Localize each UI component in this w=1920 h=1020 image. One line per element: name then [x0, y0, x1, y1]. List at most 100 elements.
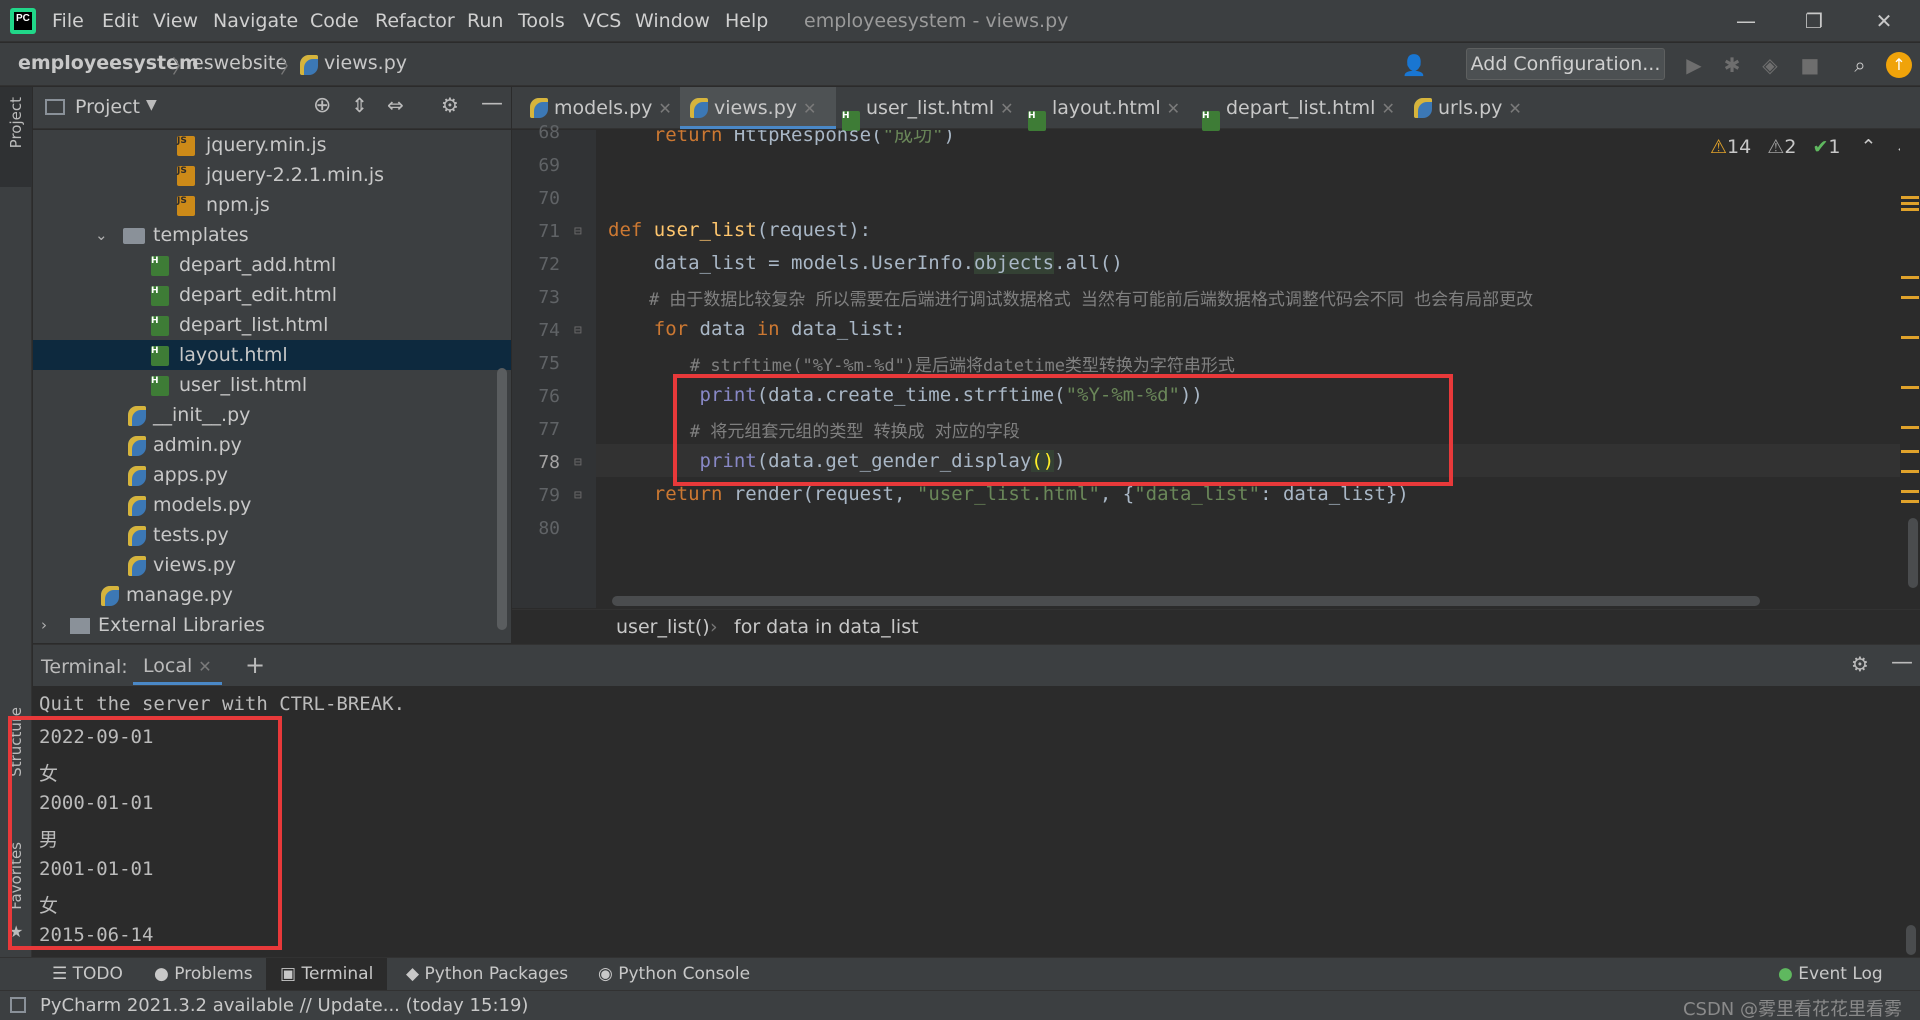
menu-navigate[interactable]: Navigate: [213, 10, 298, 32]
breadcrumb-function[interactable]: user_list(): [616, 616, 710, 638]
project-panel-title[interactable]: Project: [75, 96, 140, 118]
tab-user-list-html[interactable]: Huser_list.html ✕: [842, 87, 1024, 131]
close-tab-icon[interactable]: ✕: [1000, 99, 1013, 118]
python-packages-tool-button[interactable]: ◆ Python Packages: [400, 958, 574, 991]
problems-tool-button[interactable]: ● Problems: [148, 958, 259, 991]
line-number: 74: [538, 320, 560, 341]
tree-item-external-libraries[interactable]: › External Libraries: [33, 610, 511, 640]
tab-views-py[interactable]: views.py ✕: [680, 87, 836, 129]
inspection-widget[interactable]: ⚠14 ⚠2 ✔1 ⌃ ⌄: [1710, 136, 1910, 158]
tool-window-bar: ☰ TODO ● Problems ▣ Terminal ◆ Python Pa…: [0, 957, 1920, 991]
menu-vcs[interactable]: VCS: [583, 10, 621, 32]
menu-help[interactable]: Help: [725, 10, 768, 32]
menu-run[interactable]: Run: [467, 10, 503, 32]
python-console-tool-button[interactable]: ◉ Python Console: [592, 958, 756, 991]
coverage-icon[interactable]: ◈: [1756, 51, 1784, 79]
todo-tool-button[interactable]: ☰ TODO: [46, 958, 129, 991]
tree-item[interactable]: JS jquery-2.2.1.min.js: [33, 160, 511, 190]
user-icon[interactable]: 👤: [1400, 51, 1428, 79]
tree-item[interactable]: JS npm.js: [33, 190, 511, 220]
line-number: 76: [538, 386, 560, 407]
close-tab-icon[interactable]: ✕: [658, 99, 671, 118]
status-message[interactable]: PyCharm 2021.3.2 available // Update... …: [40, 995, 528, 1016]
close-tab-icon[interactable]: ✕: [1508, 99, 1521, 118]
update-icon[interactable]: ↑: [1886, 52, 1912, 78]
pycharm-logo-icon[interactable]: PC: [10, 8, 36, 34]
fold-icon[interactable]: ⊟: [574, 488, 582, 503]
expand-all-icon[interactable]: ⇕: [351, 93, 368, 117]
run-icon[interactable]: ▶: [1680, 51, 1708, 79]
fold-icon[interactable]: ⊟: [574, 323, 582, 338]
project-scrollbar[interactable]: [497, 368, 507, 630]
menu-view[interactable]: View: [153, 10, 198, 32]
stop-icon[interactable]: ■: [1796, 51, 1824, 79]
chevron-down-icon[interactable]: ⌄: [95, 220, 108, 250]
close-tab-icon[interactable]: ✕: [1381, 99, 1394, 118]
search-icon[interactable]: ⌕: [1846, 51, 1874, 79]
tree-item[interactable]: admin.py: [33, 430, 511, 460]
code-editor[interactable]: return HttpResponse("成功") def user_list(…: [596, 130, 1920, 608]
tree-item[interactable]: Hdepart_list.html: [33, 310, 511, 340]
debug-icon[interactable]: ✱: [1718, 51, 1746, 79]
tree-item-selected[interactable]: Hlayout.html: [33, 340, 511, 370]
tree-item[interactable]: Hdepart_edit.html: [33, 280, 511, 310]
tree-item-label: manage.py: [126, 584, 233, 606]
fold-icon[interactable]: ⊟: [574, 455, 582, 470]
menu-code[interactable]: Code: [310, 10, 359, 32]
event-log-tool-button[interactable]: ● Event Log: [1772, 958, 1889, 991]
editor-horizontal-scrollbar[interactable]: [612, 596, 1760, 606]
terminal-tool-button[interactable]: ▣ Terminal: [266, 958, 388, 991]
problems-icon: ●: [154, 964, 175, 984]
breadcrumb-separator-icon: 〉: [280, 56, 300, 78]
panel-toggle-icon[interactable]: [10, 997, 26, 1013]
python-file-icon: [101, 586, 119, 606]
restore-icon[interactable]: ❐: [1792, 6, 1836, 36]
breadcrumb-loop[interactable]: for data in data_list: [734, 616, 919, 638]
close-tab-icon[interactable]: ✕: [1167, 99, 1180, 118]
menu-window[interactable]: Window: [635, 10, 710, 32]
tab-urls-py[interactable]: urls.py ✕: [1414, 87, 1534, 129]
terminal-tab-local[interactable]: Local ✕: [133, 649, 222, 685]
tree-item[interactable]: Hdepart_add.html: [33, 250, 511, 280]
tree-item[interactable]: models.py: [33, 490, 511, 520]
close-icon[interactable]: ✕: [1862, 6, 1906, 36]
terminal-scrollbar[interactable]: [1906, 925, 1916, 955]
chevron-right-icon[interactable]: ›: [41, 610, 47, 640]
minimize-icon[interactable]: —: [1724, 6, 1768, 36]
tree-item[interactable]: Huser_list.html: [33, 370, 511, 400]
menu-tools[interactable]: Tools: [518, 10, 565, 32]
close-tab-icon[interactable]: ✕: [198, 657, 211, 676]
breadcrumb-folder[interactable]: eswebsite: [192, 52, 287, 74]
tree-item-label: depart_list.html: [179, 314, 329, 336]
editor-vertical-scrollbar[interactable]: [1908, 518, 1918, 588]
project-stripe-button[interactable]: Project: [0, 87, 32, 187]
hide-panel-icon[interactable]: —: [481, 91, 503, 116]
tree-item[interactable]: views.py: [33, 550, 511, 580]
hide-panel-icon[interactable]: —: [1891, 650, 1913, 675]
gear-icon[interactable]: ⚙: [1851, 652, 1869, 676]
locate-icon[interactable]: ⊕: [313, 93, 331, 118]
tree-item[interactable]: manage.py: [33, 580, 511, 610]
tab-layout-html[interactable]: Hlayout.html ✕: [1028, 87, 1196, 131]
terminal-output[interactable]: Quit the server with CTRL-BREAK. 2022-09…: [33, 687, 1920, 957]
add-configuration-button[interactable]: Add Configuration...: [1466, 48, 1665, 80]
tree-item-label: __init__.py: [153, 404, 251, 426]
gear-icon[interactable]: ⚙: [441, 93, 459, 117]
menu-edit[interactable]: Edit: [102, 10, 139, 32]
menu-refactor[interactable]: Refactor: [375, 10, 455, 32]
collapse-all-icon[interactable]: ⇔: [387, 93, 404, 117]
tree-item[interactable]: tests.py: [33, 520, 511, 550]
breadcrumb-file[interactable]: views.py: [324, 52, 407, 74]
tree-item[interactable]: apps.py: [33, 460, 511, 490]
html-file-icon: H: [151, 286, 169, 306]
add-icon[interactable]: +: [245, 651, 265, 679]
menu-file[interactable]: File: [52, 10, 84, 32]
fold-icon[interactable]: ⊟: [574, 224, 582, 239]
tab-depart-list-html[interactable]: Hdepart_list.html ✕: [1202, 87, 1402, 131]
previous-highlight-icon[interactable]: ⌃: [1861, 136, 1877, 158]
tree-item-templates[interactable]: ⌄ templates: [33, 220, 511, 250]
tree-item[interactable]: JS jquery.min.js: [33, 130, 511, 160]
close-tab-icon[interactable]: ✕: [803, 99, 816, 118]
tree-item[interactable]: __init__.py: [33, 400, 511, 430]
chevron-down-icon[interactable]: ▼: [146, 97, 157, 113]
